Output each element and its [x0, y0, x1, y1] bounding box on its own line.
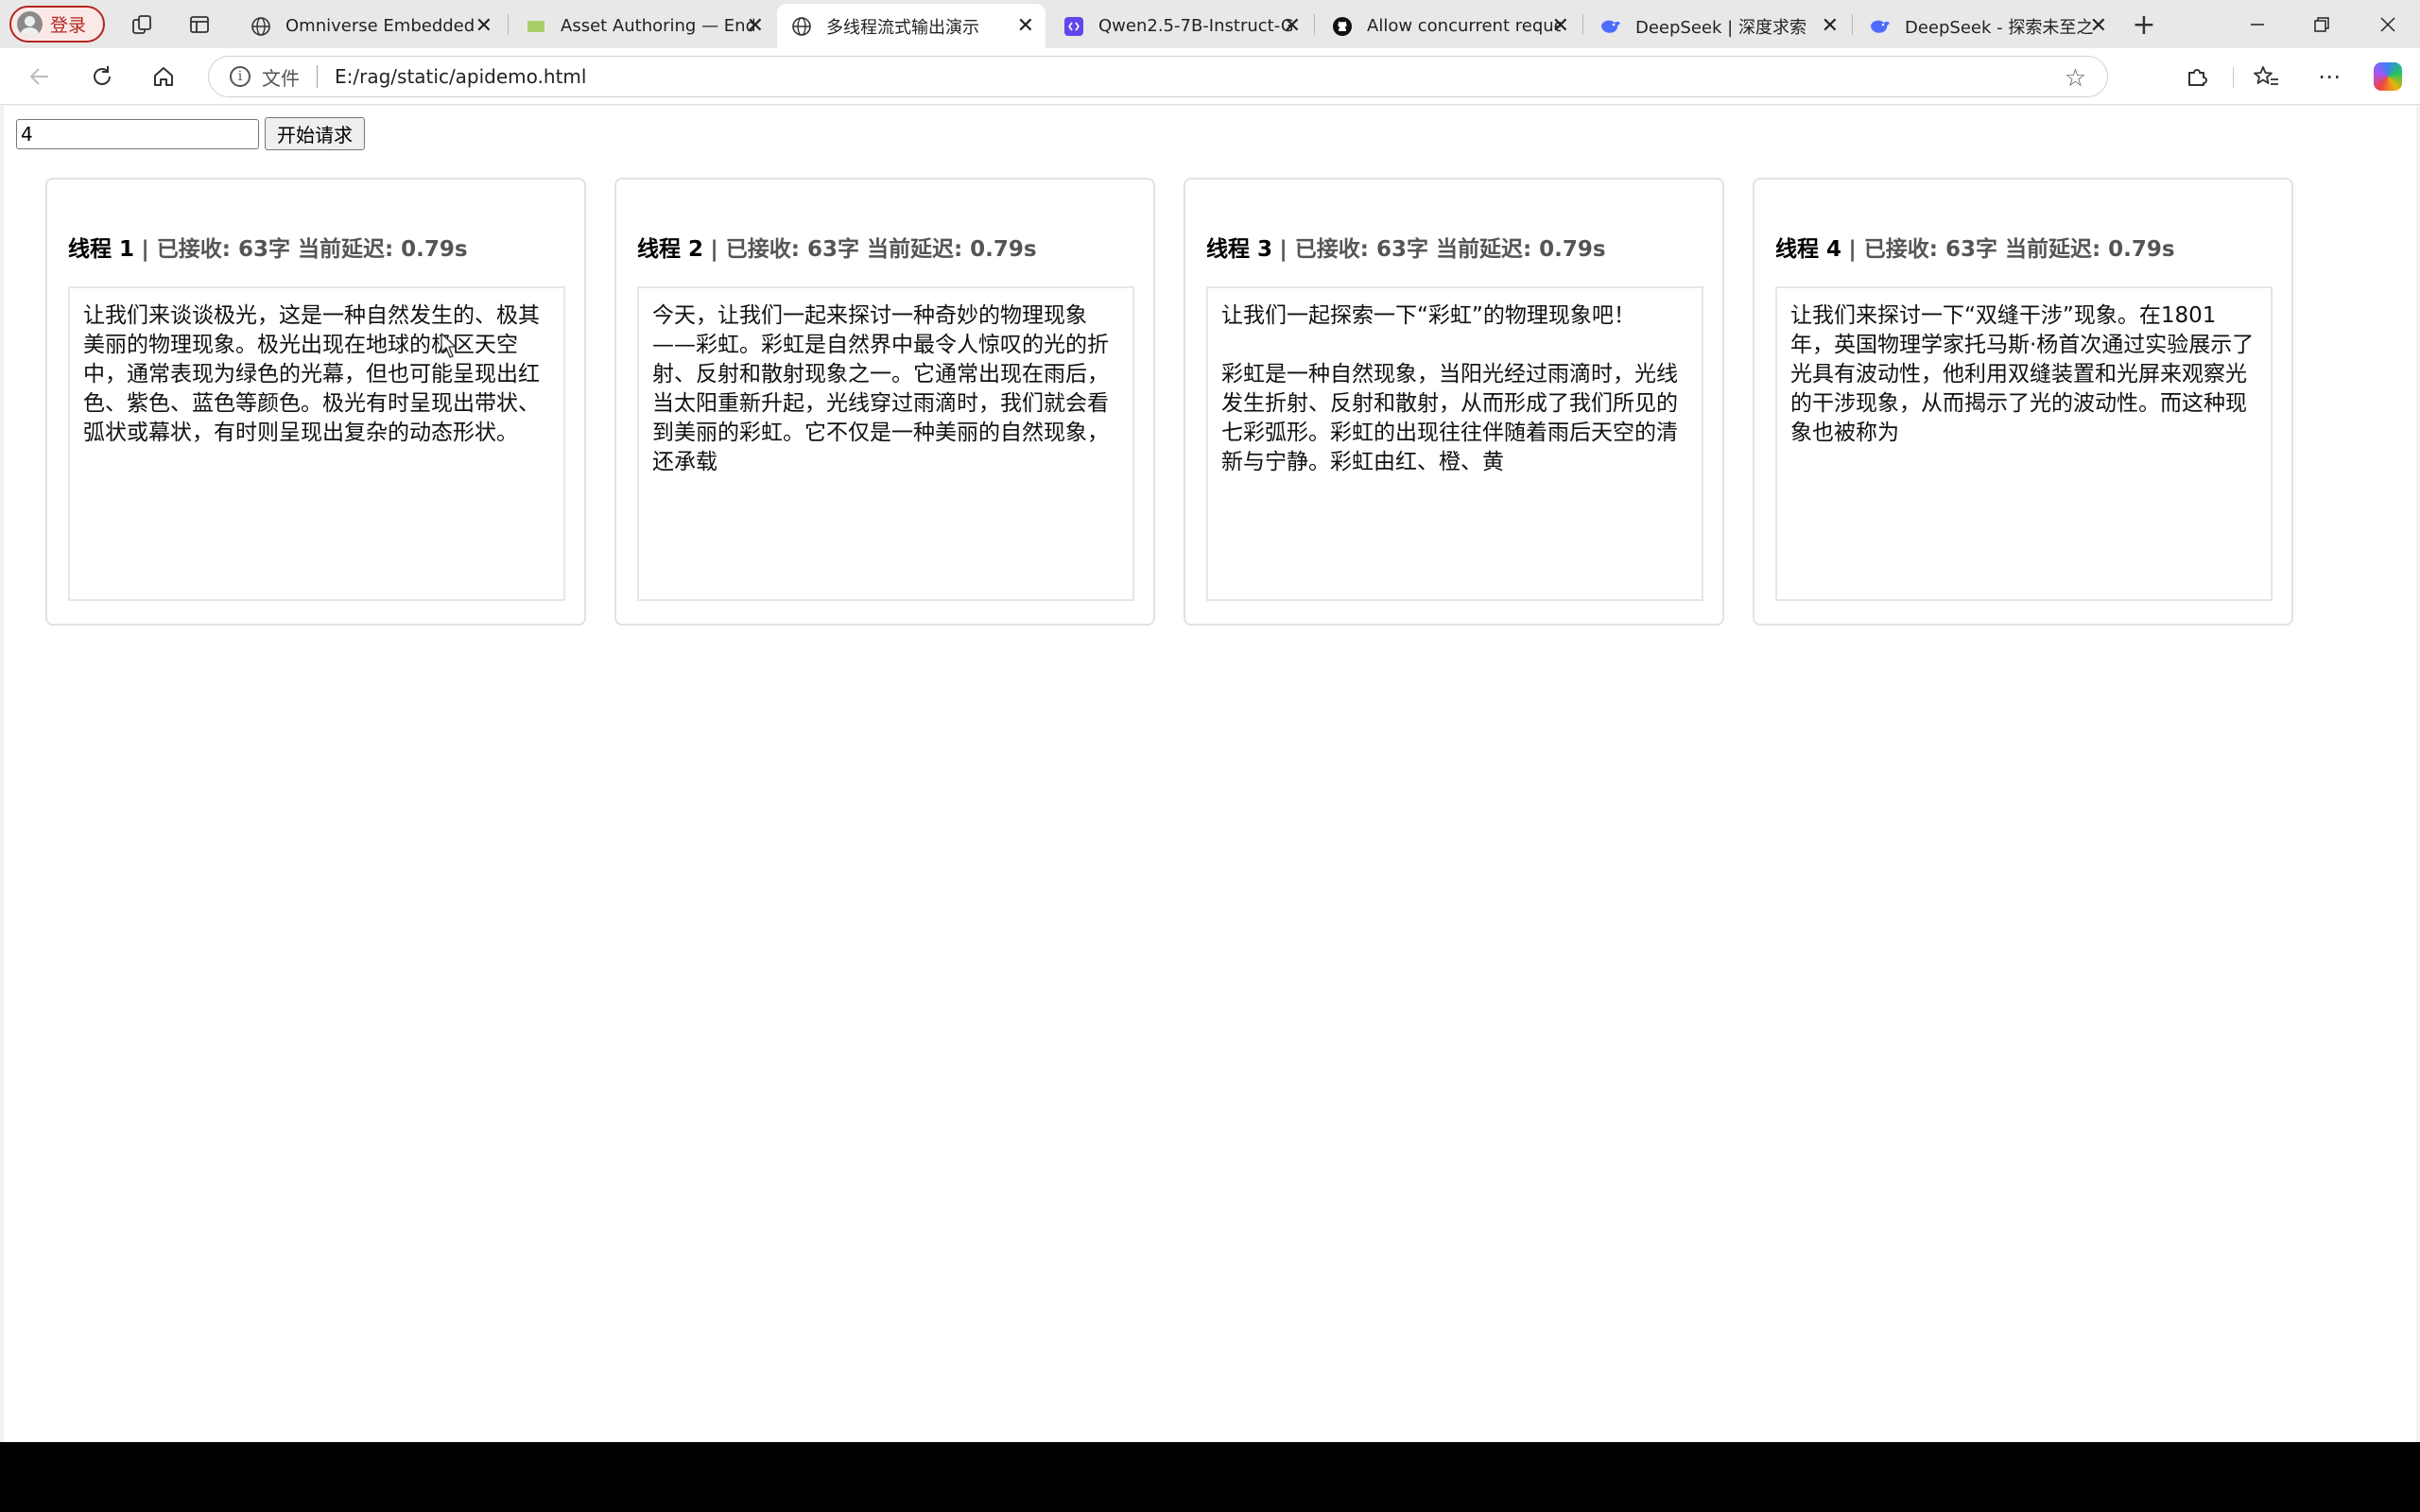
- address-bar[interactable]: i 文件 E:/rag/static/apidemo.html ☆: [208, 56, 2108, 97]
- back-icon[interactable]: [23, 60, 57, 94]
- thread-name: 线程 1: [68, 237, 135, 262]
- tab-deepseek-2[interactable]: DeepSeek - 探索未至之 ✕: [1856, 4, 2118, 48]
- thread-output-box: 让我们一起探索一下“彩虹”的物理现象吧！ 彩虹是一种自然现象，当阳光经过雨滴时，…: [1206, 286, 1703, 601]
- tab-title: Allow concurrent reque: [1367, 16, 1561, 36]
- github-icon: [1331, 15, 1354, 38]
- thread-output-box: 让我们来探讨一下“双缝干涉”现象。在1801年，英国物理学家托马斯·杨首次通过实…: [1775, 286, 2273, 601]
- avatar-icon: [17, 11, 43, 37]
- thread-card-2: 线程 2 | 已接收: 63字 当前延迟: 0.79s 今天，让我们一起来探讨一…: [614, 178, 1155, 626]
- thread-output-box: 今天，让我们一起来探讨一种奇妙的物理现象——彩虹。彩虹是自然界中最令人惊叹的光的…: [637, 286, 1134, 601]
- thread-name: 线程 3: [1206, 237, 1273, 262]
- deepseek-icon: [1599, 15, 1622, 38]
- favorite-star-icon[interactable]: ☆: [2065, 64, 2086, 93]
- home-icon[interactable]: [147, 60, 181, 94]
- thread-stats: | 已接收: 63字 当前延迟: 0.79s: [141, 237, 468, 262]
- info-icon[interactable]: i: [230, 66, 251, 87]
- tab-qwen[interactable]: Qwen2.5-7B-Instruct-GC ✕: [1049, 4, 1312, 48]
- close-window-icon[interactable]: [2360, 6, 2416, 43]
- tab-title: Omniverse Embedded W: [285, 16, 479, 36]
- browser-window: 登录 Omniverse Embedded W ✕ Asset Authorin…: [0, 0, 2420, 1442]
- thread-card-1: 线程 1 | 已接收: 63字 当前延迟: 0.79s 让我们来谈谈极光，这是一…: [45, 178, 586, 626]
- restore-icon[interactable]: [2293, 6, 2350, 43]
- thread-output-box: 让我们来谈谈极光，这是一种自然发生的、极其美丽的物理现象。极光出现在地球的极区天…: [68, 286, 565, 601]
- thread-card-4: 线程 4 | 已接收: 63字 当前延迟: 0.79s 让我们来探讨一下“双缝干…: [1753, 178, 2293, 626]
- thread-header: 线程 2 | 已接收: 63字 当前延迟: 0.79s: [637, 231, 1037, 263]
- start-request-button[interactable]: 开始请求: [265, 117, 365, 150]
- close-tab-icon[interactable]: ✕: [1284, 14, 1301, 38]
- url-text[interactable]: E:/rag/static/apidemo.html: [335, 65, 586, 88]
- tab-deepseek-1[interactable]: DeepSeek | 深度求索 ✕: [1586, 4, 1850, 48]
- page-content: 开始请求 线程 1 | 已接收: 63字 当前延迟: 0.79s 让我们来谈谈极…: [4, 106, 2416, 1442]
- thread-header: 线程 4 | 已接收: 63字 当前延迟: 0.79s: [1775, 231, 2175, 263]
- thread-card-3: 线程 3 | 已接收: 63字 当前延迟: 0.79s 让我们一起探索一下“彩虹…: [1184, 178, 1724, 626]
- close-tab-icon[interactable]: ✕: [1017, 14, 1034, 38]
- tab-title: DeepSeek - 探索未至之: [1905, 17, 2094, 38]
- tab-omniverse[interactable]: Omniverse Embedded W ✕: [236, 4, 504, 48]
- copilot-icon[interactable]: [2371, 60, 2405, 94]
- globe-icon: [250, 15, 272, 38]
- toolbar-divider: [2233, 67, 2234, 88]
- tab-asset-authoring[interactable]: Asset Authoring — End ✕: [511, 4, 775, 48]
- tab-divider: [508, 14, 509, 35]
- close-tab-icon[interactable]: ✕: [1822, 14, 1839, 38]
- close-tab-icon[interactable]: ✕: [475, 14, 493, 38]
- tab-strip: 登录 Omniverse Embedded W ✕ Asset Authorin…: [0, 0, 2420, 48]
- workspaces-icon[interactable]: [128, 10, 156, 39]
- thread-count-input[interactable]: [16, 119, 259, 149]
- address-divider: [317, 65, 318, 88]
- mouse-cursor-icon: [441, 333, 457, 358]
- thread-header: 线程 1 | 已接收: 63字 当前延迟: 0.79s: [68, 231, 468, 263]
- close-tab-icon[interactable]: ✕: [2090, 14, 2107, 38]
- new-tab-icon[interactable]: +: [2130, 9, 2158, 42]
- extensions-icon[interactable]: [2180, 60, 2214, 94]
- favorites-icon[interactable]: [2250, 60, 2284, 94]
- browser-toolbar: i 文件 E:/rag/static/apidemo.html ☆ ⋯: [0, 48, 2420, 105]
- modelscope-favicon: [1063, 15, 1085, 38]
- thread-header: 线程 3 | 已接收: 63字 当前延迟: 0.79s: [1206, 231, 1606, 263]
- close-tab-icon[interactable]: ✕: [747, 14, 764, 38]
- tab-title: DeepSeek | 深度求索: [1635, 17, 1806, 38]
- tab-title: Asset Authoring — End: [561, 16, 754, 36]
- deepseek-icon: [1869, 15, 1892, 38]
- tab-actions-icon[interactable]: [185, 10, 214, 39]
- profile-label: 登录: [50, 15, 87, 36]
- more-menu-icon[interactable]: ⋯: [2312, 60, 2346, 94]
- thread-stats: | 已接收: 63字 当前延迟: 0.79s: [710, 237, 1037, 262]
- refresh-icon[interactable]: [85, 60, 119, 94]
- tab-title: 多线程流式输出演示: [826, 17, 979, 38]
- thread-stats: | 已接收: 63字 当前延迟: 0.79s: [1279, 237, 1606, 262]
- thread-name: 线程 4: [1775, 237, 1842, 262]
- thread-name: 线程 2: [637, 237, 704, 262]
- scheme-label: 文件: [262, 66, 300, 90]
- copilot-logo: [2374, 62, 2402, 91]
- nvidia-favicon: [525, 15, 547, 38]
- tab-divider: [1852, 14, 1853, 35]
- tab-multithread-demo[interactable]: 多线程流式输出演示 ✕: [777, 4, 1046, 48]
- close-tab-icon[interactable]: ✕: [1552, 14, 1569, 38]
- tab-title: Qwen2.5-7B-Instruct-GC: [1098, 16, 1292, 36]
- profile-button[interactable]: 登录: [9, 6, 105, 43]
- tab-divider: [1582, 14, 1583, 35]
- minimize-icon[interactable]: [2229, 6, 2286, 43]
- thread-stats: | 已接收: 63字 当前延迟: 0.79s: [1848, 237, 2175, 262]
- globe-icon: [790, 15, 813, 38]
- tab-divider: [1314, 14, 1315, 35]
- tab-github[interactable]: Allow concurrent reque ✕: [1318, 4, 1581, 48]
